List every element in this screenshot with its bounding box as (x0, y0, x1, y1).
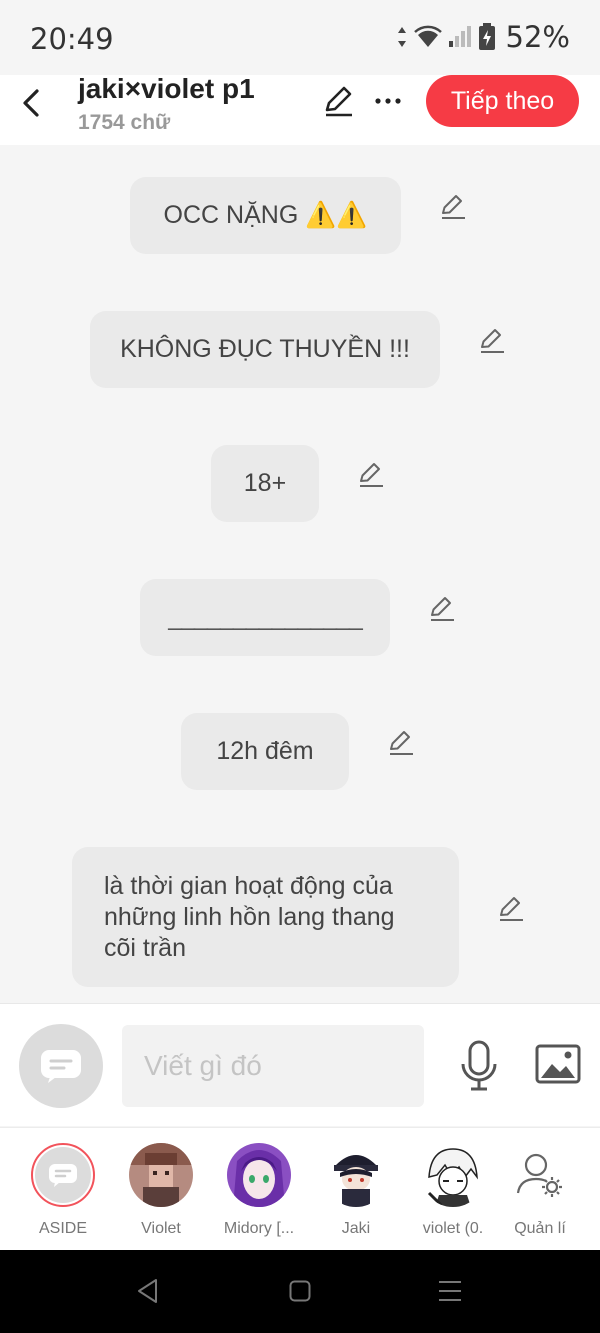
user-settings-icon (516, 1153, 562, 1197)
message-bubble[interactable]: _______________ (140, 579, 390, 656)
character-label: Midory [... (223, 1220, 295, 1237)
character-label: Quản lí (514, 1220, 566, 1237)
character-portrait (129, 1143, 193, 1207)
edit-title-button[interactable] (320, 83, 356, 119)
edit-message-icon[interactable] (355, 459, 385, 489)
avatar (227, 1143, 291, 1207)
system-nav-bar (0, 1250, 600, 1333)
composer-bar (0, 1003, 600, 1126)
next-button[interactable]: Tiếp theo (426, 75, 579, 127)
character-item-violet-alt[interactable]: violet (0. (405, 1140, 501, 1238)
wifi-icon (413, 25, 442, 47)
character-label: violet (0. (422, 1220, 484, 1237)
microphone-icon[interactable] (458, 1040, 500, 1092)
character-item-aside[interactable]: ASIDE (15, 1140, 111, 1238)
edit-message-icon[interactable] (495, 893, 525, 923)
character-item-jaki[interactable]: Jaki (308, 1140, 404, 1238)
character-label: Jaki (341, 1220, 371, 1237)
message-bubble[interactable]: 12h đêm (181, 713, 349, 790)
character-manage-button[interactable]: Quản lí (492, 1140, 588, 1238)
status-time: 20:49 (30, 22, 114, 56)
battery-icon (478, 23, 495, 50)
character-label: Violet (141, 1220, 181, 1237)
battery-percent: 52% (505, 20, 570, 54)
chevron-left-icon (23, 89, 39, 117)
nav-home-icon[interactable] (289, 1280, 311, 1302)
chat-bubble-icon (41, 1050, 81, 1083)
story-header: jaki×violet p1 1754 chữ Tiếp theo (0, 73, 600, 145)
pencil-icon (325, 86, 352, 117)
data-transfer-icon (397, 27, 406, 47)
character-item-midory[interactable]: Midory [... (211, 1140, 307, 1238)
character-bar: ASIDE Violet Midory [... Jaki violet (0.… (0, 1127, 600, 1250)
back-button[interactable] (16, 83, 46, 123)
nav-menu-icon[interactable] (438, 1280, 462, 1302)
character-portrait (227, 1143, 291, 1207)
message-list: OCC NẶNG ⚠️⚠️ KHÔNG ĐỤC THUYỀN !!! 18+ _… (0, 145, 600, 1003)
avatar (129, 1143, 193, 1207)
edit-message-icon[interactable] (385, 727, 415, 757)
edit-message-icon[interactable] (437, 191, 467, 221)
manage-icon-wrap (508, 1143, 572, 1207)
more-options-button[interactable] (372, 83, 404, 119)
nav-back-icon[interactable] (136, 1278, 160, 1304)
image-icon[interactable] (535, 1044, 581, 1084)
message-bubble[interactable]: 18+ (211, 445, 319, 522)
narration-toggle-button[interactable] (19, 1024, 103, 1108)
edit-message-icon[interactable] (476, 325, 506, 355)
character-portrait (324, 1143, 388, 1207)
message-input[interactable] (122, 1025, 424, 1107)
character-label: ASIDE (38, 1220, 87, 1237)
status-icons: 52% (396, 20, 570, 54)
message-bubble[interactable]: OCC NẶNG ⚠️⚠️ (130, 177, 401, 254)
signal-icon (448, 26, 471, 47)
message-bubble[interactable]: KHÔNG ĐỤC THUYỀN !!! (90, 311, 440, 388)
edit-message-icon[interactable] (426, 593, 456, 623)
more-dots-icon (375, 98, 401, 104)
avatar (421, 1143, 485, 1207)
avatar (31, 1143, 95, 1207)
word-count: 1754 chữ (78, 111, 171, 134)
status-bar: 20:49 52% (0, 0, 600, 75)
avatar (324, 1143, 388, 1207)
character-portrait (421, 1143, 485, 1207)
character-item-violet[interactable]: Violet (113, 1140, 209, 1238)
chat-bubble-icon (49, 1164, 77, 1187)
message-bubble[interactable]: là thời gian hoạt động của những linh hồ… (72, 847, 459, 987)
story-title: jaki×violet p1 (78, 73, 255, 104)
